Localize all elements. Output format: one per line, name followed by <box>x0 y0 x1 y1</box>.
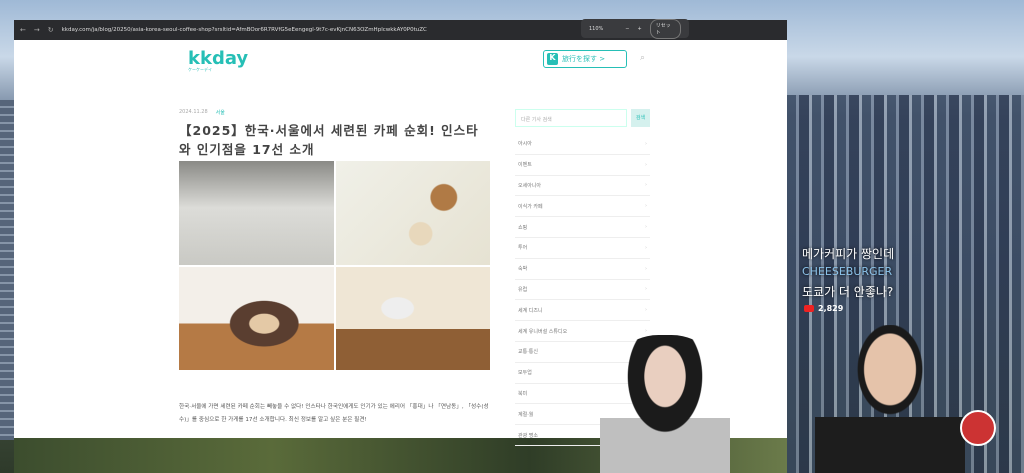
find-trip-label: 旅行を探す > <box>562 55 606 63</box>
article-search-input[interactable]: 다른 기사 검색 <box>515 109 627 127</box>
date: 2024.11.28 <box>179 109 208 115</box>
category-item[interactable]: 아시아 <box>515 134 650 155</box>
category-item[interactable]: 숙박 <box>515 259 650 280</box>
category-item[interactable]: 쇼핑 <box>515 217 650 238</box>
category-link[interactable]: 서울 <box>216 109 225 116</box>
zoom-out-button[interactable]: − <box>625 26 629 32</box>
article-title: 【2025】한국·서울에서 세련된 카페 순회! 인스타와 인기점을 17선 소… <box>179 123 479 157</box>
views-text: 2,829 <box>818 304 844 313</box>
background-city-left <box>0 100 14 440</box>
presenter-woman <box>600 335 730 473</box>
address-bar[interactable]: kkday.com/ja/blog/20250/asia-korea-seoul… <box>62 27 616 33</box>
find-trip-button[interactable]: K 旅行を探す > <box>543 50 627 68</box>
reload-icon[interactable]: ↻ <box>48 26 54 34</box>
logo-text: kkday <box>188 48 249 69</box>
presenter-man <box>815 325 965 473</box>
article-intro: 한국·서울에 가면 세련된 카페 순회는 빼놓을 수 없다! 인스타나 한국인에… <box>179 404 489 423</box>
category-item[interactable]: 오세아니아 <box>515 176 650 197</box>
category-item[interactable]: 세계 유니버설 스튜디오 <box>515 321 650 342</box>
article-search-button[interactable]: 검색 <box>631 109 650 127</box>
zoom-level: 110% <box>589 25 604 32</box>
zoom-reset-button[interactable]: リセット <box>649 18 681 39</box>
zoom-popup: 110% − + リセット <box>581 18 689 39</box>
search-icon[interactable]: ⌕ <box>640 53 645 63</box>
photo-cafe-table <box>335 266 490 370</box>
caption-line2: CHEESEBURGER <box>802 265 893 278</box>
k-icon: K <box>547 53 558 65</box>
caption-line3: 도쿄가 더 안좋나? <box>802 285 894 299</box>
category-item[interactable]: 투어 <box>515 238 650 259</box>
photo-iced-coffee <box>335 161 490 265</box>
view-count: 2,829 <box>804 304 843 313</box>
forward-icon[interactable]: → <box>34 26 40 34</box>
article-meta: 2024.11.28 서울 <box>179 109 225 116</box>
zoom-in-button[interactable]: + <box>638 26 642 32</box>
kkday-logo[interactable]: kkday ケーケーデイ <box>188 48 248 73</box>
category-item[interactable]: 유럽 <box>515 280 650 301</box>
category-item[interactable]: 이벤트 <box>515 155 650 176</box>
channel-logo <box>960 410 996 446</box>
category-item[interactable]: 세계 디즈니 <box>515 300 650 322</box>
youtube-icon <box>804 305 814 312</box>
back-icon[interactable]: ← <box>20 26 26 34</box>
photo-cafe-interior <box>179 161 334 265</box>
photo-cake <box>179 266 334 370</box>
article-image <box>179 161 490 370</box>
category-item[interactable]: 이식가 카페 <box>515 196 650 218</box>
caption-line1: 메가커피가 짱인데 <box>802 247 895 261</box>
